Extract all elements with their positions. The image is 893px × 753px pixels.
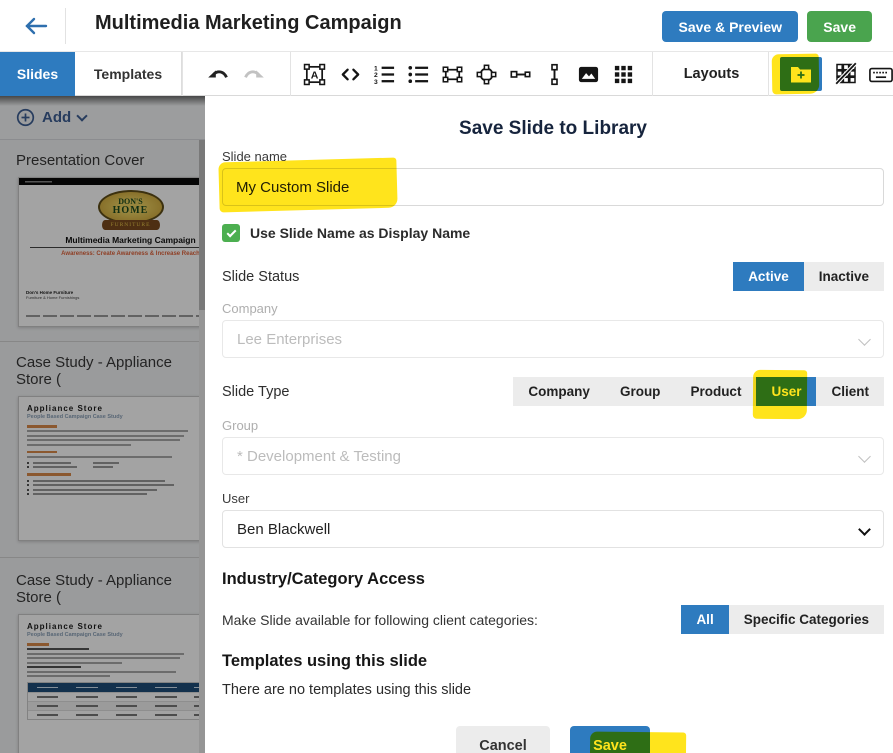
slide-type-label: Slide Type <box>222 384 289 400</box>
header-save-button[interactable]: Save <box>807 11 872 42</box>
cancel-button[interactable]: Cancel <box>456 726 550 753</box>
text-box-icon[interactable]: A <box>302 62 326 86</box>
templates-heading: Templates using this slide <box>222 652 884 671</box>
sidebar-divider <box>0 557 205 558</box>
save-slide-modal: Save Slide to Library Slide name Use Sli… <box>205 96 893 753</box>
save-slide-to-library-button[interactable] <box>780 57 822 91</box>
checkbox-label: Use Slide Name as Display Name <box>250 225 470 241</box>
checkbox-checked-icon[interactable] <box>222 224 240 242</box>
modal-title: Save Slide to Library <box>222 118 884 140</box>
tab-slides[interactable]: Slides <box>0 52 75 96</box>
chevron-down-icon <box>858 333 871 346</box>
modal-save-button[interactable]: Save <box>570 726 650 753</box>
type-option-client[interactable]: Client <box>816 377 884 406</box>
ordered-list-icon[interactable]: 123 <box>372 62 396 86</box>
tab-templates[interactable]: Templates <box>75 52 182 96</box>
redo-icon[interactable] <box>242 62 266 86</box>
keyboard-icon[interactable] <box>869 63 893 87</box>
status-option-inactive[interactable]: Inactive <box>804 262 884 291</box>
categories-toggle: All Specific Categories <box>681 605 884 634</box>
toolbar-divider <box>182 52 183 96</box>
slide-section-label: Case Study - Appliance Store ( <box>16 572 205 606</box>
company-label: Company <box>222 301 884 316</box>
layouts-button[interactable]: Layouts <box>655 52 768 96</box>
shape-ellipse-icon[interactable] <box>474 62 498 86</box>
add-plus-icon <box>16 108 35 127</box>
type-option-company[interactable]: Company <box>513 377 605 406</box>
slide-section-label: Presentation Cover <box>16 152 205 169</box>
add-label: Add <box>42 109 71 126</box>
user-select[interactable]: Ben Blackwell <box>222 510 884 548</box>
bullet-list-icon[interactable] <box>406 62 430 86</box>
back-button[interactable] <box>16 10 56 42</box>
sidebar-divider <box>0 341 205 342</box>
svg-text:A: A <box>310 69 318 81</box>
no-grid-icon[interactable] <box>834 61 858 85</box>
type-option-product[interactable]: Product <box>675 377 756 406</box>
categories-label: Make Slide available for following clien… <box>222 612 538 628</box>
slide-name-label: Slide name <box>222 149 884 164</box>
add-slide-button[interactable]: Add <box>0 96 205 140</box>
case-study-mini-table <box>27 682 226 720</box>
shape-rect-icon[interactable] <box>440 62 464 86</box>
save-and-preview-button[interactable]: Save & Preview <box>662 11 798 42</box>
page-title: Multimedia Marketing Campaign <box>95 12 402 35</box>
categories-option-all[interactable]: All <box>681 605 728 634</box>
header-divider <box>65 8 66 44</box>
use-slide-name-checkbox-row[interactable]: Use Slide Name as Display Name <box>222 224 884 242</box>
editor-toolbar: Slides Templates A 123 <box>0 52 893 96</box>
type-option-group[interactable]: Group <box>605 377 676 406</box>
grid-icon[interactable] <box>611 62 635 86</box>
status-option-active[interactable]: Active <box>733 262 804 291</box>
group-select[interactable]: * Development & Testing <box>222 437 884 475</box>
toolbar-divider <box>768 52 769 96</box>
header-bar: Multimedia Marketing Campaign Save & Pre… <box>0 0 893 52</box>
slide-name-input[interactable] <box>222 168 884 206</box>
vertical-line-icon[interactable] <box>542 62 566 86</box>
company-select[interactable]: Lee Enterprises <box>222 320 884 358</box>
image-icon[interactable] <box>576 62 600 86</box>
chevron-down-icon <box>77 110 88 121</box>
cover-client-block: Don's Home Furniture Furniture & Home Fu… <box>26 290 79 300</box>
svg-text:2: 2 <box>373 71 377 78</box>
industry-category-heading: Industry/Category Access <box>222 570 884 589</box>
app-window: Multimedia Marketing Campaign Save & Pre… <box>0 0 893 753</box>
slide-section-label: Case Study - Appliance Store ( <box>16 354 205 388</box>
add-to-library-folder-icon <box>790 65 812 83</box>
undo-icon[interactable] <box>206 62 230 86</box>
chevron-down-icon <box>858 450 871 463</box>
user-label: User <box>222 491 884 506</box>
categories-option-specific[interactable]: Specific Categories <box>729 605 884 634</box>
toolbar-divider <box>652 52 653 96</box>
templates-empty-text: There are no templates using this slide <box>222 682 884 698</box>
group-label: Group <box>222 418 884 433</box>
toolbar-divider <box>290 52 291 96</box>
svg-text:3: 3 <box>373 78 377 85</box>
chevron-down-icon <box>858 523 871 536</box>
slide-type-toggle: Company Group Product User Client <box>513 377 884 406</box>
slide-status-toggle: Active Inactive <box>733 262 884 291</box>
type-option-user[interactable]: User <box>756 377 816 406</box>
slide-status-label: Slide Status <box>222 269 299 285</box>
code-icon[interactable] <box>338 62 362 86</box>
back-arrow-icon <box>23 15 49 37</box>
connector-icon[interactable] <box>508 62 532 86</box>
slides-sidebar: Add Presentation Cover DON'S HOME FURNIT… <box>0 96 205 753</box>
